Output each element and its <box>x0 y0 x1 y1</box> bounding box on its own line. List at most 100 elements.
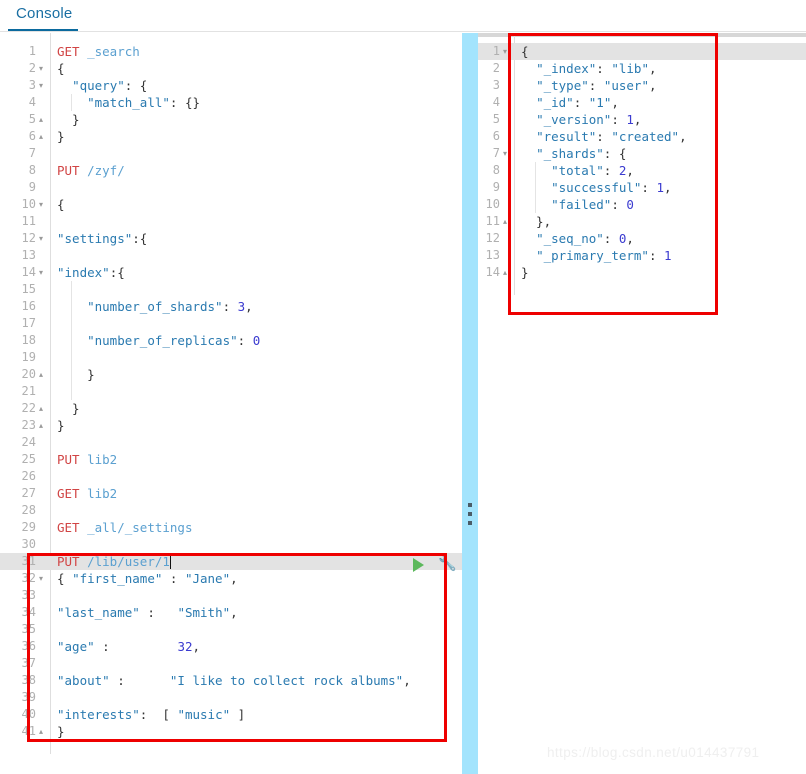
code-token: : [ <box>139 707 178 722</box>
code-line[interactable]: { "first_name" : "Jane", <box>57 570 238 587</box>
code-token: :{ <box>109 265 125 280</box>
line-number: 4 <box>492 95 500 109</box>
line-number: 39 <box>21 690 36 704</box>
code-line[interactable]: GET _all/_settings <box>57 519 192 536</box>
code-token: : <box>222 299 238 314</box>
fold-collapse-icon[interactable]: ▾ <box>36 570 46 587</box>
request-editor-panel[interactable]: 1 GET _search 2 ▾{3 ▾ "query": {4 "match_all… <box>0 33 462 774</box>
code-line[interactable]: "age" : 32, <box>57 638 200 655</box>
gutter-separator <box>50 33 51 754</box>
code-line[interactable]: GET _search <box>57 43 140 60</box>
code-line[interactable]: "last_name" : "Smith", <box>57 604 238 621</box>
code-line[interactable]: "number_of_replicas": 0 <box>57 332 260 349</box>
code-line[interactable]: "_type": "user", <box>521 77 656 94</box>
line-number: 12 <box>485 231 500 245</box>
code-line[interactable]: { <box>57 196 65 213</box>
code-line[interactable]: } <box>57 111 80 128</box>
tab-console[interactable]: Console <box>14 2 74 25</box>
code-line[interactable]: "successful": 1, <box>521 179 671 196</box>
request-editor-code[interactable]: 1 GET _search 2 ▾{3 ▾ "query": {4 "match_all… <box>0 33 462 774</box>
line-number: 32 <box>21 571 36 585</box>
response-panel[interactable]: 1 ▾{2 "_index": "lib", 3 "_type": "user", 4… <box>478 33 806 774</box>
fold-expand-icon[interactable]: ▴ <box>36 723 46 740</box>
panel-resizer[interactable] <box>462 33 478 774</box>
code-line[interactable]: } <box>57 400 80 417</box>
code-token: : <box>237 333 253 348</box>
code-line[interactable]: "index":{ <box>57 264 125 281</box>
fold-collapse-icon[interactable]: ▾ <box>36 230 46 247</box>
code-line[interactable]: } <box>57 417 65 434</box>
code-line[interactable]: "_index": "lib", <box>521 60 656 77</box>
code-token: "user" <box>603 78 649 93</box>
code-line[interactable]: "_id": "1", <box>521 94 619 111</box>
code-token: } <box>57 724 65 739</box>
code-line[interactable]: PUT lib2 <box>57 451 117 468</box>
code-token: "1" <box>588 95 612 110</box>
code-line[interactable]: "result": "created", <box>521 128 687 145</box>
code-line[interactable]: }, <box>521 213 551 230</box>
code-line[interactable]: PUT /lib/user/1 <box>57 553 170 570</box>
fold-expand-icon[interactable]: ▴ <box>36 417 46 434</box>
fold-collapse-icon[interactable]: ▾ <box>36 60 46 77</box>
code-token: "_primary_term" <box>536 248 649 263</box>
code-token: "result" <box>536 129 597 144</box>
line-number: 31 <box>21 554 36 568</box>
response-code[interactable]: 1 ▾{2 "_index": "lib", 3 "_type": "user", 4… <box>478 33 806 774</box>
code-line[interactable]: "_primary_term": 1 <box>521 247 671 264</box>
code-line[interactable]: } <box>57 128 65 145</box>
line-number: 14 <box>485 265 500 279</box>
line-number: 14 <box>21 265 36 279</box>
code-line[interactable]: "total": 2, <box>521 162 634 179</box>
code-line[interactable]: "interests": [ "music" ] <box>57 706 245 723</box>
fold-collapse-icon[interactable]: ▾ <box>36 264 46 281</box>
fold-expand-icon[interactable]: ▴ <box>36 366 46 383</box>
code-line[interactable]: } <box>521 264 529 281</box>
code-line[interactable]: "settings":{ <box>57 230 147 247</box>
fold-expand-icon[interactable]: ▴ <box>36 128 46 145</box>
code-token: "number_of_replicas" <box>87 333 238 348</box>
code-token: /zyf/ <box>87 163 125 178</box>
fold-collapse-icon[interactable]: ▾ <box>500 145 510 162</box>
code-line[interactable]: } <box>57 366 95 383</box>
code-line[interactable]: "match_all": {} <box>57 94 200 111</box>
line-number: 17 <box>21 316 36 330</box>
code-line[interactable]: "_version": 1, <box>521 111 641 128</box>
wrench-icon[interactable]: 🔧 <box>438 554 457 572</box>
code-token: /lib/user/1 <box>87 554 170 569</box>
code-line[interactable]: "_shards": { <box>521 145 626 162</box>
gutter-separator <box>514 33 515 295</box>
code-line[interactable]: GET lib2 <box>57 485 117 502</box>
line-number: 22 <box>21 401 36 415</box>
code-token: "query" <box>72 78 125 93</box>
code-line[interactable]: } <box>57 723 65 740</box>
fold-expand-icon[interactable]: ▴ <box>500 264 510 281</box>
code-line[interactable]: "failed": 0 <box>521 196 634 213</box>
line-number: 6 <box>28 129 36 143</box>
fold-expand-icon[interactable]: ▴ <box>36 111 46 128</box>
line-number: 5 <box>492 112 500 126</box>
code-line[interactable]: PUT /zyf/ <box>57 162 125 179</box>
code-token: "settings" <box>57 231 133 246</box>
send-request-play-icon[interactable] <box>413 558 424 572</box>
line-number: 1 <box>28 44 36 58</box>
code-line[interactable]: "query": { <box>57 77 147 94</box>
fold-collapse-icon[interactable]: ▾ <box>36 196 46 213</box>
code-token: "match_all" <box>87 95 170 110</box>
code-line[interactable]: { <box>521 43 529 60</box>
fold-expand-icon[interactable]: ▴ <box>36 400 46 417</box>
indent-guide <box>71 315 73 332</box>
code-token: : <box>611 112 627 127</box>
code-token: ] <box>230 707 246 722</box>
fold-expand-icon[interactable]: ▴ <box>500 213 510 230</box>
code-line[interactable]: "number_of_shards": 3, <box>57 298 253 315</box>
fold-collapse-icon[interactable]: ▾ <box>500 43 510 60</box>
code-line[interactable]: "about" : "I like to collect rock albums… <box>57 672 411 689</box>
fold-collapse-icon[interactable]: ▾ <box>36 77 46 94</box>
resizer-grip-icon[interactable] <box>468 503 472 527</box>
code-token: "last_name" <box>57 605 140 620</box>
code-line[interactable]: "_seq_no": 0, <box>521 230 634 247</box>
code-line[interactable]: { <box>57 60 65 77</box>
